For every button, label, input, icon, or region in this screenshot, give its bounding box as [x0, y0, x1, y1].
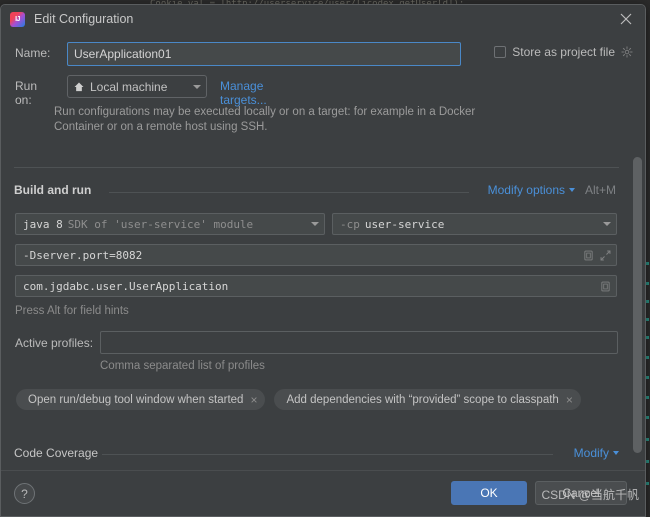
home-icon	[73, 81, 85, 93]
vm-options-value: -Dserver.port=8082	[23, 248, 143, 262]
option-chip-label: Open run/debug tool window when started	[28, 393, 244, 406]
classpath-flag: -cp	[340, 217, 360, 231]
browse-icon[interactable]	[599, 280, 612, 293]
dialog-title: Edit Configuration	[34, 12, 134, 26]
code-coverage-modify-link[interactable]: Modify	[574, 446, 619, 460]
main-class-value: com.jgdabc.user.UserApplication	[23, 279, 229, 293]
code-coverage-rule	[102, 454, 553, 455]
run-on-combo[interactable]: Local machine	[67, 75, 207, 98]
active-profiles-label: Active profiles:	[15, 336, 94, 350]
chevron-down-icon	[193, 84, 201, 89]
help-button[interactable]: ?	[14, 483, 35, 504]
store-as-project-file-checkbox[interactable]	[494, 46, 507, 58]
field-hint: Press Alt for field hints	[15, 305, 129, 317]
dialog-titlebar: Edit Configuration	[1, 5, 645, 33]
classpath-value: user-service	[364, 217, 445, 231]
jdk-combo[interactable]: java 8 SDK of 'user-service' module	[15, 213, 325, 235]
name-row: Name: Store as project file	[15, 42, 633, 66]
chevron-down-icon	[613, 451, 619, 455]
name-label: Name:	[15, 46, 51, 60]
option-chip-label: Add dependencies with “provided” scope t…	[286, 393, 559, 406]
option-chip[interactable]: Add dependencies with “provided” scope t…	[274, 389, 581, 410]
active-profiles-hint: Comma separated list of profiles	[100, 360, 265, 372]
modify-options-link[interactable]: Modify options	[488, 183, 575, 197]
macro-icon[interactable]	[582, 249, 595, 262]
option-chips: Open run/debug tool window when started …	[16, 389, 581, 410]
gear-icon[interactable]	[621, 46, 633, 58]
jdk-description: SDK of 'user-service' module	[67, 217, 254, 231]
run-on-label: Run on:	[15, 79, 38, 107]
jdk-name: java 8	[23, 217, 63, 231]
store-as-project-file-option[interactable]: Store as project file	[494, 45, 633, 59]
build-and-run-rule	[109, 192, 469, 193]
build-and-run-header: Build and run Modify options Alt+M	[14, 181, 619, 201]
option-chip[interactable]: Open run/debug tool window when started …	[16, 389, 266, 410]
intellij-idea-icon	[10, 11, 25, 27]
store-as-project-file-label: Store as project file	[512, 45, 615, 59]
ok-button[interactable]: OK	[451, 481, 527, 505]
cancel-button[interactable]: Cancel	[535, 481, 627, 505]
active-profiles-input[interactable]	[100, 331, 618, 354]
name-input[interactable]	[67, 42, 461, 66]
dialog-scrollbar[interactable]	[633, 157, 642, 453]
dialog-footer: ? OK Cancel CSDN @当航千帆	[1, 470, 645, 516]
chevron-down-icon	[569, 188, 575, 192]
close-icon[interactable]	[617, 10, 635, 28]
close-icon[interactable]: ×	[566, 394, 573, 406]
code-coverage-header: Code Coverage Modify	[14, 445, 619, 463]
chevron-down-icon	[311, 222, 319, 226]
section-divider	[14, 167, 619, 168]
modify-options-shortcut: Alt+M	[584, 183, 616, 197]
dialog-scrollbar-thumb[interactable]	[633, 157, 642, 453]
classpath-combo[interactable]: -cp user-service	[332, 213, 617, 235]
dialog-body: Name: Store as project file Run	[1, 33, 645, 516]
vm-options-field[interactable]: -Dserver.port=8082	[15, 244, 617, 266]
expand-icon[interactable]	[599, 249, 612, 262]
manage-targets-link[interactable]: Manage targets...	[220, 79, 267, 107]
main-class-field[interactable]: com.jgdabc.user.UserApplication	[15, 275, 617, 297]
code-coverage-modify-label: Modify	[573, 446, 609, 460]
close-icon[interactable]: ×	[250, 394, 257, 406]
chevron-down-icon	[603, 222, 611, 226]
run-on-value: Local machine	[90, 79, 168, 94]
code-coverage-title: Code Coverage	[14, 446, 99, 460]
run-on-description: Run configurations may be executed local…	[54, 106, 476, 133]
modify-options-label: Modify options	[487, 183, 565, 197]
edit-configuration-dialog: Edit Configuration Name: Store as projec…	[0, 4, 646, 517]
build-and-run-title: Build and run	[14, 183, 92, 197]
